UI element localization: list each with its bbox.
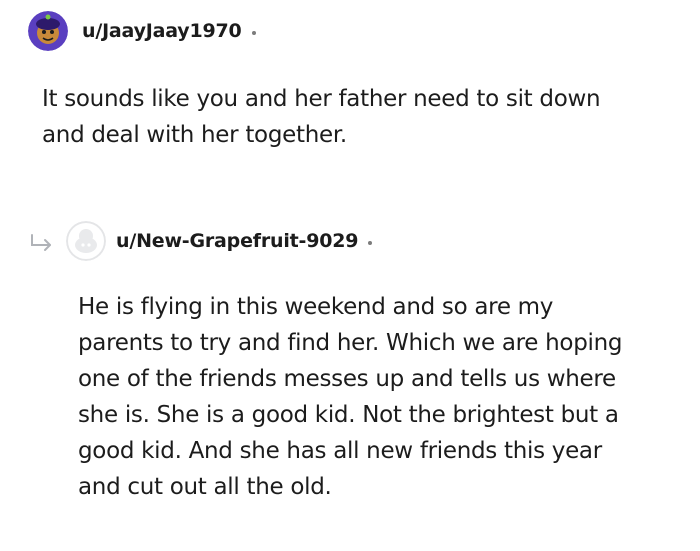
user-avatar-icon[interactable]	[28, 11, 68, 51]
separator-dot	[251, 30, 256, 35]
comment-body: It sounds like you and her father need t…	[42, 86, 601, 148]
comment-1-header: u/JaayJaay1970	[28, 10, 256, 52]
separator-dot	[368, 240, 373, 245]
username-link[interactable]: u/JaayJaay1970	[82, 20, 242, 42]
username-link[interactable]: u/New-Grapefruit-9029	[116, 230, 358, 252]
comment-body: He is flying in this weekend and so are …	[78, 294, 623, 500]
default-avatar-icon[interactable]	[66, 221, 106, 261]
comment-2-header: u/New-Grapefruit-9029	[28, 220, 373, 262]
reply-arrow-icon	[28, 229, 58, 253]
comment-1: u/JaayJaay1970 It sounds like you and he…	[0, 0, 700, 170]
comment-2: u/New-Grapefruit-9029 He is flying in th…	[0, 200, 700, 530]
